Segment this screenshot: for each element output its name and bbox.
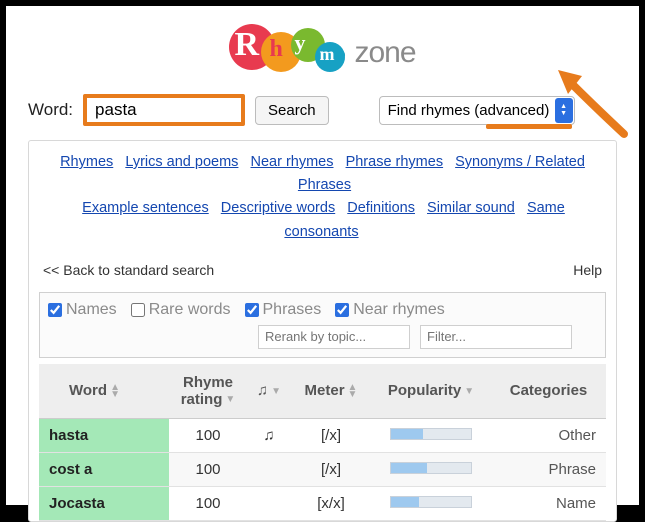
meter-cell: [/x] [291,418,371,452]
checkbox-phrases[interactable]: Phrases [245,301,322,319]
rating-cell: 100 [169,452,247,486]
sort-icon: ▼ [271,388,281,395]
nav-link[interactable]: Lyrics and poems [125,154,238,170]
col-meter[interactable]: Meter▲▼ [291,364,371,419]
nav-link[interactable]: Rhymes [60,154,113,170]
meter-cell: [/x] [291,452,371,486]
results-panel: Rhymes Lyrics and poems Near rhymes Phra… [28,140,617,522]
col-music[interactable]: ♫▼ [247,364,291,419]
nav-link[interactable]: Near rhymes [251,154,334,170]
word-label: Word: [28,100,73,120]
category-cell: Other [491,418,606,452]
logo-icon: Rhyme [229,22,349,76]
nav-link[interactable]: Descriptive words [221,200,335,216]
checkbox-rare[interactable]: Rare words [131,301,231,319]
rating-cell: 100 [169,486,247,520]
music-cell [247,486,291,520]
logo-text: zone [354,36,415,70]
nav-links: Rhymes Lyrics and poems Near rhymes Phra… [39,151,606,254]
music-note-icon: ♫ [263,427,274,444]
nav-link[interactable]: Similar sound [427,200,515,216]
table-row[interactable]: hasta100 ♫ [/x] Other [39,418,606,452]
sort-icon: ▼ [464,388,474,395]
col-word[interactable]: Word▲▼ [39,364,169,419]
nav-link[interactable]: Phrase rhymes [346,154,444,170]
nav-link[interactable]: Example sentences [82,200,209,216]
nav-link[interactable]: Synonyms / Related [455,154,585,170]
table-row[interactable]: cost a100 [/x] Phrase [39,452,606,486]
col-categories[interactable]: Categories [491,364,606,419]
checkbox-near[interactable]: Near rhymes [335,301,445,319]
filter-input[interactable] [420,325,572,349]
nav-link[interactable]: Phrases [298,177,351,193]
logo[interactable]: Rhyme zone [229,22,415,76]
col-popularity[interactable]: Popularity▼ [371,364,491,419]
sort-icon: ▼ [225,396,235,403]
word-cell[interactable]: hasta [39,418,169,452]
table-row[interactable]: Jocasta100 [x/x] Name [39,486,606,520]
rerank-input[interactable] [258,325,410,349]
annotation-underline [486,124,572,129]
music-cell[interactable]: ♫ [247,418,291,452]
category-cell: Name [491,486,606,520]
results-table: Word▲▼ Rhyme rating▼ ♫▼ Meter▲▼ Populari… [39,364,606,521]
word-input[interactable] [83,94,245,126]
sort-icon: ▲▼ [110,384,120,398]
help-link[interactable]: Help [573,262,602,278]
rating-cell: 100 [169,418,247,452]
col-rating[interactable]: Rhyme rating▼ [169,364,247,419]
search-button[interactable]: Search [255,96,329,125]
word-cell[interactable]: Jocasta [39,486,169,520]
back-link[interactable]: << Back to standard search [43,262,214,278]
word-cell[interactable]: cost a [39,452,169,486]
popularity-cell [371,452,491,486]
sort-icon: ▲▼ [348,384,358,398]
popularity-cell [371,486,491,520]
filter-box: Names Rare words Phrases Near rhymes [39,292,606,358]
nav-link[interactable]: Definitions [347,200,415,216]
popularity-cell [371,418,491,452]
mode-dropdown[interactable]: Find rhymes (advanced) [379,96,575,125]
category-cell: Phrase [491,452,606,486]
checkbox-names[interactable]: Names [48,301,117,319]
music-cell [247,452,291,486]
meter-cell: [x/x] [291,486,371,520]
